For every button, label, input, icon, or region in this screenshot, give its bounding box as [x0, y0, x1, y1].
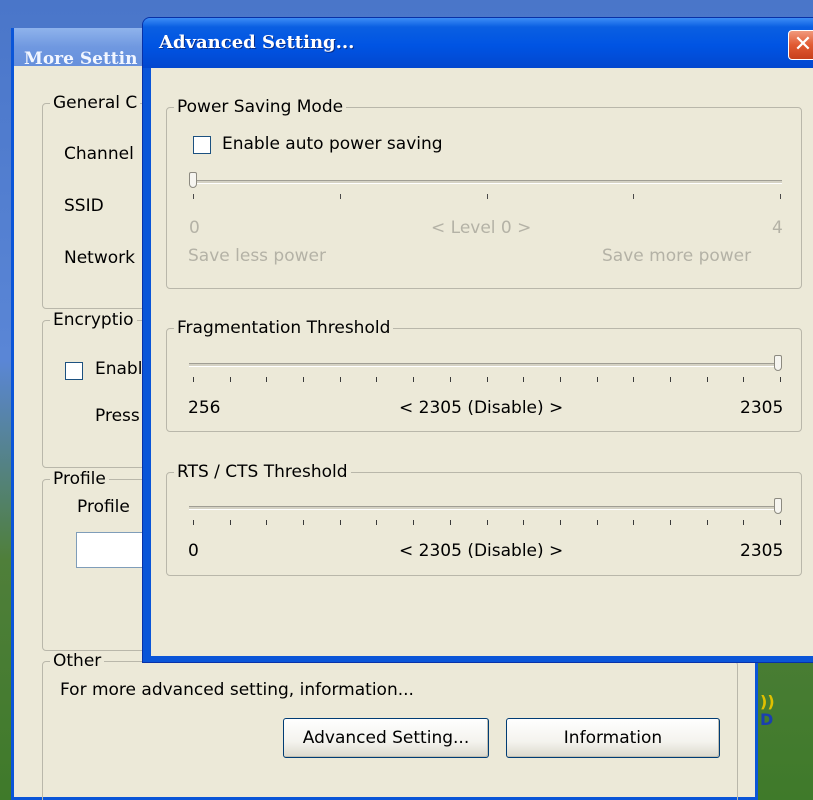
rts-cts-slider-thumb[interactable] — [774, 498, 782, 514]
rts-cts-max-label: 2305 — [740, 541, 784, 561]
advanced-setting-title: Advanced Setting... — [159, 32, 355, 53]
rts-cts-slider-ticks — [193, 520, 781, 525]
slider-tick — [230, 377, 231, 382]
slider-tick — [340, 194, 341, 199]
power-saving-slider-thumb[interactable] — [189, 172, 197, 188]
power-saving-slider[interactable] — [189, 180, 782, 184]
advanced-setting-titlebar[interactable]: Advanced Setting... ✕ — [143, 18, 813, 68]
advanced-setting-client: Power Saving Mode Enable auto power savi… — [151, 68, 813, 656]
slider-tick — [230, 520, 231, 525]
power-saving-slider-ticks — [193, 194, 781, 199]
fragmentation-slider[interactable] — [189, 363, 782, 367]
rts-cts-min-label: 0 — [188, 541, 199, 561]
close-icon: ✕ — [793, 32, 813, 57]
rts-cts-legend: RTS / CTS Threshold — [177, 462, 348, 482]
advanced-setting-dialog: Advanced Setting... ✕ Power Saving Mode … — [143, 18, 813, 662]
slider-tick — [487, 520, 488, 525]
slider-tick — [376, 377, 377, 382]
slider-tick — [376, 520, 377, 525]
slider-tick — [707, 520, 708, 525]
advanced-setting-button[interactable]: Advanced Setting... — [283, 718, 489, 758]
other-description: For more advanced setting, information..… — [60, 680, 414, 700]
general-group-legend: General C — [53, 93, 138, 113]
slider-tick — [340, 377, 341, 382]
slider-tick — [560, 520, 561, 525]
slider-tick — [633, 194, 634, 199]
slider-tick — [560, 377, 561, 382]
wireless-signal-icon[interactable]: )) — [760, 692, 775, 711]
slider-tick — [193, 377, 194, 382]
slider-tick — [670, 520, 671, 525]
profile-group-legend: Profile — [53, 469, 106, 489]
enable-encryption-checkbox[interactable] — [65, 362, 83, 380]
fragmentation-min-label: 256 — [188, 398, 221, 418]
slider-tick — [487, 377, 488, 382]
power-min-label: 0 — [189, 218, 200, 238]
slider-tick — [523, 520, 524, 525]
fragmentation-value-label: < 2305 (Disable) > — [399, 398, 564, 418]
slider-tick — [487, 194, 488, 199]
slider-tick — [450, 520, 451, 525]
slider-tick — [523, 377, 524, 382]
auto-power-saving-label: Enable auto power saving — [222, 134, 443, 154]
wireless-monitor-icon[interactable]: D — [760, 710, 773, 729]
slider-tick — [303, 377, 304, 382]
slider-tick — [340, 520, 341, 525]
slider-tick — [743, 377, 744, 382]
other-group-legend: Other — [53, 651, 102, 671]
rts-cts-value-label: < 2305 (Disable) > — [399, 541, 564, 561]
save-more-power-label: Save more power — [602, 246, 752, 266]
fragmentation-slider-thumb[interactable] — [774, 355, 782, 371]
slider-tick — [193, 520, 194, 525]
encryption-group-legend: Encryptio — [53, 310, 134, 330]
power-saving-legend: Power Saving Mode — [177, 97, 344, 117]
ssid-label: SSID — [64, 196, 104, 216]
slider-tick — [597, 520, 598, 525]
auto-power-saving-checkbox[interactable] — [193, 136, 211, 154]
channel-label: Channel — [64, 144, 134, 164]
slider-tick — [450, 377, 451, 382]
slider-tick — [633, 377, 634, 382]
fragmentation-max-label: 2305 — [740, 398, 784, 418]
rts-cts-slider[interactable] — [189, 506, 782, 510]
fragmentation-slider-ticks — [193, 377, 781, 382]
slider-tick — [413, 377, 414, 382]
slider-tick — [707, 377, 708, 382]
power-max-label: 4 — [772, 218, 783, 238]
slider-tick — [670, 377, 671, 382]
slider-tick — [743, 520, 744, 525]
slider-tick — [597, 377, 598, 382]
information-button[interactable]: Information — [506, 718, 720, 758]
fragmentation-legend: Fragmentation Threshold — [177, 318, 391, 338]
profile-label: Profile — [77, 497, 130, 517]
power-level-label: < Level 0 > — [431, 218, 532, 238]
enable-encryption-label: Enabl — [95, 359, 143, 379]
slider-tick — [193, 194, 194, 199]
close-button[interactable]: ✕ — [788, 30, 813, 60]
slider-tick — [780, 377, 781, 382]
slider-tick — [413, 520, 414, 525]
slider-tick — [303, 520, 304, 525]
save-less-power-label: Save less power — [188, 246, 326, 266]
network-label: Network — [64, 248, 135, 268]
slider-tick — [266, 520, 267, 525]
slider-tick — [780, 194, 781, 199]
slider-tick — [780, 520, 781, 525]
slider-tick — [633, 520, 634, 525]
press-label: Press — [95, 406, 140, 426]
slider-tick — [266, 377, 267, 382]
